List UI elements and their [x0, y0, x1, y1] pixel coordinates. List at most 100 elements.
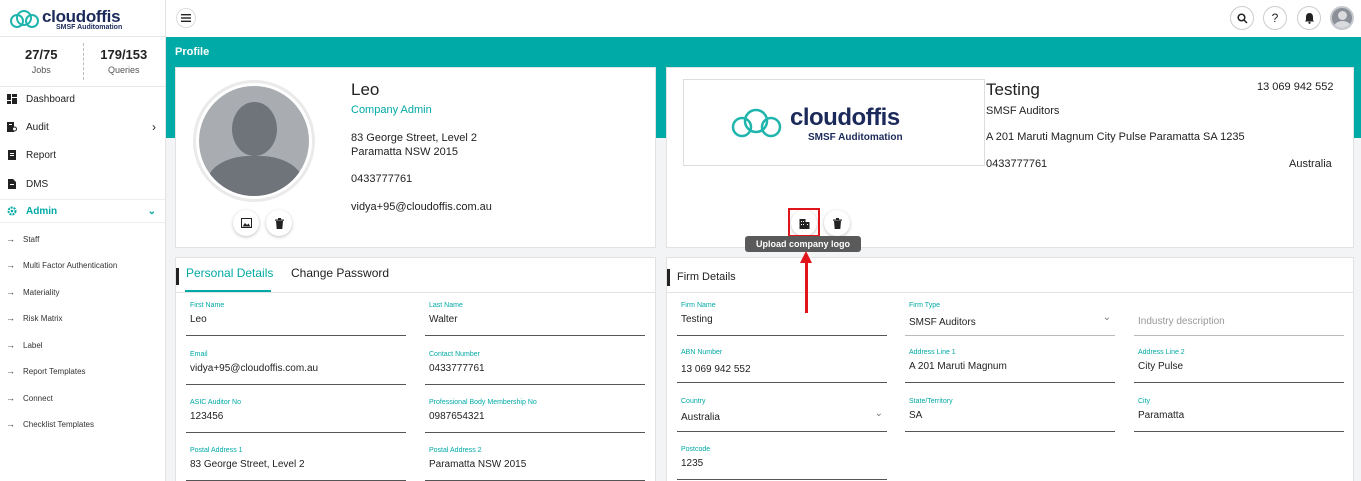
- postcode-field[interactable]: Postcode 1235: [677, 446, 887, 480]
- firm-details-header: Firm Details: [667, 258, 1353, 293]
- country-select[interactable]: Country Australia ⌄: [677, 398, 887, 432]
- sidebar-subitem-risk-matrix[interactable]: → Risk Matrix: [0, 313, 165, 323]
- sidebar-item-dashboard[interactable]: Dashboard: [0, 87, 165, 111]
- sidebar-subitem-label: Materiality: [23, 287, 60, 297]
- field-value: vidya+95@cloudoffis.com.au: [190, 363, 319, 374]
- arrow-right-icon: →: [6, 366, 15, 376]
- tab-personal-details[interactable]: Personal Details: [186, 266, 273, 280]
- field-value: Walter: [429, 314, 458, 325]
- user-role: Company Admin: [351, 104, 432, 116]
- field-label: State/Territory: [909, 398, 953, 405]
- company-logo-name: cloudoffis: [790, 104, 900, 131]
- image-icon: [240, 218, 252, 228]
- menu-toggle-button[interactable]: [176, 8, 196, 28]
- sidebar-item-audit[interactable]: Audit ›: [0, 115, 165, 139]
- firm-details-card: Firm Details Firm Name Testing Firm Type S…: [666, 257, 1354, 481]
- firm-country: Australia: [1289, 158, 1332, 170]
- user-phone: 0433777761: [351, 173, 413, 185]
- sidebar-subitem-connect[interactable]: → Connect: [0, 393, 165, 403]
- sidebar-subitem-report-templates[interactable]: → Report Templates: [0, 366, 165, 376]
- delete-company-logo-button[interactable]: [824, 210, 850, 236]
- sidebar-item-report[interactable]: Report: [0, 143, 165, 167]
- state-territory-field[interactable]: State/Territory SA: [905, 398, 1115, 432]
- field-label: Postcode: [681, 446, 711, 453]
- postal-address-1-field[interactable]: Postal Address 1 83 George Street, Level …: [186, 447, 406, 481]
- field-placeholder: Industry description: [1138, 316, 1225, 327]
- arrow-right-icon: →: [6, 234, 15, 244]
- field-label: City: [1138, 398, 1151, 405]
- field-label: Address Line 1: [909, 349, 956, 356]
- chevron-right-icon: ›: [152, 120, 156, 134]
- sidebar-subitem-checklist-templates[interactable]: → Checklist Templates: [0, 419, 165, 429]
- field-value: City Pulse: [1138, 361, 1184, 372]
- postal-address-2-field[interactable]: Postal Address 2 Paramatta NSW 2015: [425, 447, 645, 481]
- field-label: Email: [190, 351, 208, 358]
- firm-type: SMSF Auditors: [986, 105, 1060, 117]
- industry-description-field[interactable]: Industry description: [1134, 302, 1344, 336]
- firm-phone: 0433777761: [986, 158, 1048, 170]
- first-name-field[interactable]: First Name Leo: [186, 302, 406, 336]
- tab-change-password[interactable]: Change Password: [291, 266, 389, 280]
- jobs-stat[interactable]: 27/75 Jobs: [0, 37, 83, 86]
- field-label: Contact Number: [429, 351, 480, 358]
- address-line-1-field[interactable]: Address Line 1 A 201 Maruti Magnum: [905, 349, 1115, 383]
- arrow-right-icon: →: [6, 419, 15, 429]
- trash-icon: [832, 217, 842, 229]
- field-value: 13 069 942 552: [681, 364, 751, 375]
- field-value: Paramatta NSW 2015: [429, 459, 527, 470]
- membership-no-field[interactable]: Professional Body Membership No 098765432…: [425, 399, 645, 433]
- asic-auditor-no-field[interactable]: ASIC Auditor No 123456: [186, 399, 406, 433]
- field-label: ABN Number: [681, 349, 723, 356]
- field-label: Last Name: [429, 302, 463, 309]
- firm-name: Testing: [986, 80, 1040, 99]
- arrow-right-icon: →: [6, 260, 15, 270]
- sidebar-item-dms[interactable]: DMS: [0, 172, 165, 196]
- sidebar-item-label: Admin: [26, 205, 58, 217]
- sidebar-item-admin[interactable]: Admin ⌄: [0, 199, 165, 223]
- email-field[interactable]: Email vidya+95@cloudoffis.com.au: [186, 351, 406, 385]
- sidebar-subitem-label: Report Templates: [23, 366, 86, 376]
- sidebar-subitem-label-item[interactable]: → Label: [0, 340, 165, 350]
- upload-photo-button[interactable]: [233, 210, 259, 236]
- abn-number-field[interactable]: ABN Number 13 069 942 552: [677, 349, 887, 383]
- field-value: Testing: [681, 314, 713, 325]
- brand-logo[interactable]: cloudoffis SMSF Auditomation: [0, 0, 165, 37]
- search-button[interactable]: [1230, 6, 1254, 30]
- help-icon: ?: [1271, 11, 1279, 25]
- firm-name-field[interactable]: Firm Name Testing: [677, 302, 887, 336]
- jobs-count: 27/75: [24, 47, 58, 62]
- sidebar-subitem-label: Label: [23, 340, 43, 350]
- user-name: Leo: [351, 80, 380, 99]
- field-value: 123456: [190, 411, 224, 422]
- section-marker: [667, 269, 670, 286]
- delete-photo-button[interactable]: [266, 210, 292, 236]
- help-button[interactable]: ?: [1263, 6, 1287, 30]
- sidebar-subitem-staff[interactable]: → Staff: [0, 234, 165, 244]
- dashboard-icon: [7, 94, 17, 104]
- trash-icon: [274, 217, 284, 229]
- field-label: Postal Address 2: [429, 447, 482, 454]
- field-value: 0987654321: [429, 411, 485, 422]
- user-email: vidya+95@cloudoffis.com.au: [351, 201, 492, 213]
- last-name-field[interactable]: Last Name Walter: [425, 302, 645, 336]
- personal-details-card: Personal Details Change Password First N…: [175, 257, 656, 481]
- field-value: Australia: [681, 412, 720, 423]
- contact-number-field[interactable]: Contact Number 0433777761: [425, 351, 645, 385]
- queries-label: Queries: [107, 65, 140, 75]
- user-address-line1: 83 George Street, Level 2: [351, 132, 477, 144]
- notifications-button[interactable]: [1297, 6, 1321, 30]
- field-label: Professional Body Membership No: [429, 399, 537, 406]
- address-line-2-field[interactable]: Address Line 2 City Pulse: [1134, 349, 1344, 383]
- city-field[interactable]: City Paramatta: [1134, 398, 1344, 432]
- field-label: First Name: [190, 302, 225, 309]
- firm-profile-card: cloudoffis SMSF Auditomation Testing 13 …: [666, 67, 1354, 252]
- sidebar-subitem-mfa[interactable]: → Multi Factor Authentication: [0, 260, 165, 270]
- sidebar-subitem-materiality[interactable]: → Materiality: [0, 287, 165, 297]
- cloud-logo-icon: [10, 10, 39, 28]
- field-label: Firm Type: [909, 302, 940, 309]
- firm-type-select[interactable]: Firm Type SMSF Auditors ⌄: [905, 302, 1115, 336]
- sidebar-item-label: DMS: [26, 178, 49, 190]
- user-avatar[interactable]: [1330, 6, 1354, 30]
- queries-stat[interactable]: 179/153 Queries: [82, 37, 166, 86]
- sidebar-subitem-label: Checklist Templates: [23, 419, 94, 429]
